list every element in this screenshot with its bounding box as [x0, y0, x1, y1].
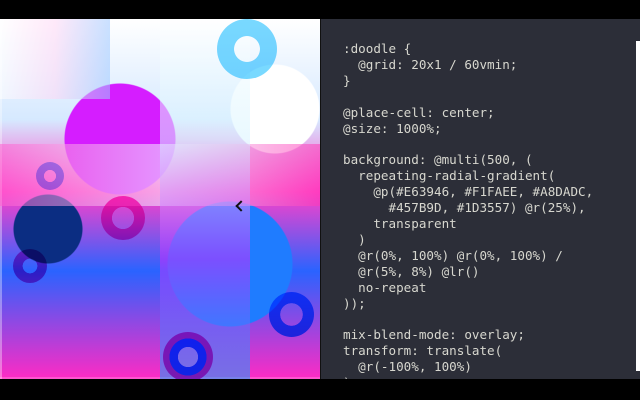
code-line: mix-blend-mode: overlay;	[343, 327, 525, 343]
code-line: :doodle {	[343, 41, 412, 56]
code-line: repeating-radial-gradient(	[343, 168, 556, 184]
preview-stripe	[0, 19, 110, 99]
preview-circle	[36, 162, 64, 190]
preview-circle	[269, 292, 314, 337]
code-line: no-repeat	[343, 279, 427, 295]
code-line: transparent	[343, 215, 457, 231]
doodle-preview[interactable]	[0, 19, 320, 379]
code-line: @place-cell: center;	[343, 104, 495, 120]
code-line: @r(5%, 8%) @lr()	[343, 263, 480, 279]
code-line: )	[343, 231, 366, 247]
preview-circle	[13, 249, 47, 283]
code-line: );	[343, 375, 358, 379]
code-line: @p(#E63946, #F1FAEE, #A8DADC,	[343, 184, 594, 200]
code-line: @grid: 20x1 / 60vmin;	[343, 56, 518, 72]
code-line: @r(-100%, 100%)	[343, 359, 472, 375]
css-code-block[interactable]: :doodle { @grid: 20x1 / 60vmin; } @place…	[343, 41, 593, 379]
code-line: transform: translate(	[343, 343, 503, 359]
code-line: }	[343, 72, 351, 88]
code-line: ));	[343, 295, 366, 311]
vertical-scrollbar[interactable]	[636, 41, 640, 371]
preview-circle	[163, 332, 213, 379]
code-editor[interactable]: :doodle { @grid: 20x1 / 60vmin; } @place…	[320, 19, 640, 379]
code-line: @size: 1000%;	[343, 120, 442, 136]
preview-circle	[217, 19, 277, 79]
screen-recording: :doodle { @grid: 20x1 / 60vmin; } @place…	[0, 19, 640, 379]
preview-circle	[101, 196, 145, 240]
code-line: @r(0%, 100%) @r(0%, 100%) /	[343, 247, 563, 263]
code-line: background: @multi(500, (	[343, 152, 533, 168]
code-line: #457B9D, #1D3557) @r(25%),	[343, 200, 586, 216]
